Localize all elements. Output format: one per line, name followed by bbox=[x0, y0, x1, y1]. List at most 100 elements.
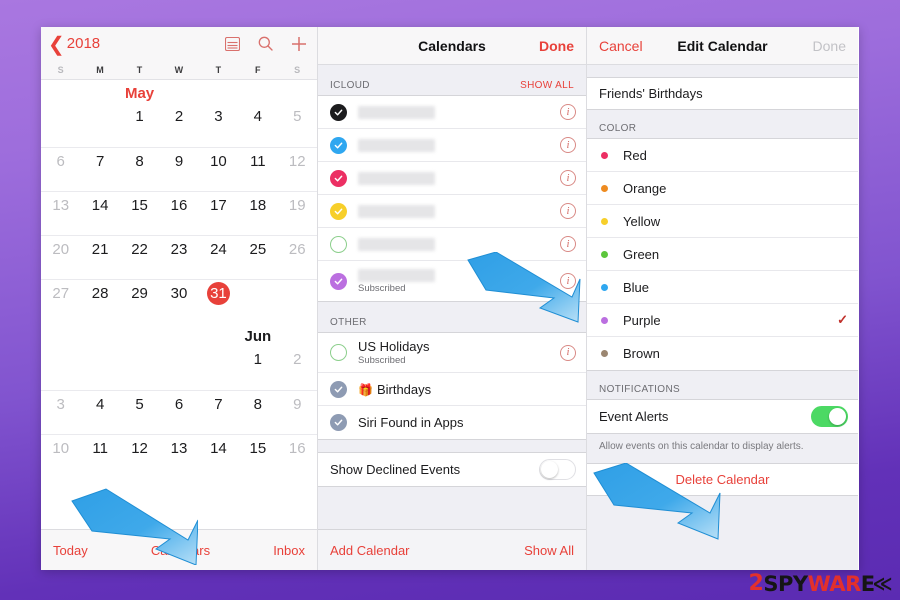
day-cell-4[interactable]: 4 bbox=[238, 103, 277, 147]
event-alerts-toggle[interactable] bbox=[811, 406, 848, 427]
color-option-red[interactable]: Red bbox=[587, 139, 858, 172]
day-cell-14[interactable]: 14 bbox=[199, 435, 238, 478]
calendar-row[interactable]: Siri Found in Apps bbox=[318, 406, 586, 439]
day-cell-15[interactable]: 15 bbox=[120, 192, 159, 235]
color-option-orange[interactable]: Orange bbox=[587, 172, 858, 205]
day-cell-30[interactable]: 30 bbox=[159, 280, 198, 323]
add-icon[interactable] bbox=[291, 36, 307, 52]
color-option-yellow[interactable]: Yellow bbox=[587, 205, 858, 238]
info-button[interactable]: i bbox=[560, 137, 576, 153]
info-button[interactable]: i bbox=[560, 104, 576, 120]
checkbox-checked[interactable] bbox=[330, 136, 347, 154]
day-cell-10[interactable]: 10 bbox=[199, 148, 238, 191]
day-cell-2[interactable]: 2 bbox=[159, 103, 198, 147]
color-option-blue[interactable]: Blue bbox=[587, 271, 858, 304]
show-all-button[interactable]: Show All bbox=[524, 543, 574, 558]
day-cell-7[interactable]: 7 bbox=[199, 391, 238, 434]
event-alerts-row[interactable]: Event Alerts bbox=[587, 400, 858, 433]
day-cell-12[interactable]: 12 bbox=[278, 148, 317, 191]
day-cell-5[interactable]: 5 bbox=[278, 103, 317, 147]
checkbox-checked[interactable] bbox=[330, 272, 347, 290]
edit-done-button[interactable]: Done bbox=[813, 38, 846, 54]
day-cell-10[interactable]: 10 bbox=[41, 435, 80, 478]
check-icon bbox=[334, 208, 343, 214]
cancel-button[interactable]: Cancel bbox=[599, 38, 643, 54]
day-cell-26[interactable]: 26 bbox=[278, 236, 317, 279]
day-cell-11[interactable]: 11 bbox=[80, 435, 119, 478]
tab-inbox[interactable]: Inbox bbox=[273, 543, 305, 558]
day-cell-5[interactable]: 5 bbox=[120, 391, 159, 434]
day-cell-6[interactable]: 6 bbox=[41, 148, 80, 191]
day-cell-28[interactable]: 28 bbox=[80, 280, 119, 323]
done-button[interactable]: Done bbox=[539, 38, 574, 54]
checkbox-checked[interactable] bbox=[330, 103, 347, 121]
day-cell-8[interactable]: 8 bbox=[120, 148, 159, 191]
day-cell-4[interactable]: 4 bbox=[80, 391, 119, 434]
day-number: 23 bbox=[170, 241, 188, 258]
color-option-green[interactable]: Green bbox=[587, 238, 858, 271]
day-cell-1[interactable]: 1 bbox=[238, 346, 277, 390]
day-cell-25[interactable]: 25 bbox=[238, 236, 277, 279]
calendar-row[interactable]: i bbox=[318, 129, 586, 162]
day-cell-13[interactable]: 13 bbox=[41, 192, 80, 235]
day-cell-14[interactable]: 14 bbox=[80, 192, 119, 235]
day-cell-24[interactable]: 24 bbox=[199, 236, 238, 279]
day-number: 26 bbox=[288, 241, 306, 258]
list-view-icon[interactable] bbox=[225, 36, 240, 51]
info-button[interactable]: i bbox=[560, 236, 576, 252]
day-cell-9[interactable]: 9 bbox=[159, 148, 198, 191]
day-cell-17[interactable]: 17 bbox=[199, 192, 238, 235]
day-cell-31[interactable]: 31 bbox=[199, 280, 238, 323]
day-cell-18[interactable]: 18 bbox=[238, 192, 277, 235]
day-cell-11[interactable]: 11 bbox=[238, 148, 277, 191]
day-cell-21[interactable]: 21 bbox=[80, 236, 119, 279]
day-cell-22[interactable]: 22 bbox=[120, 236, 159, 279]
calendar-row[interactable]: i bbox=[318, 162, 586, 195]
day-cell-29[interactable]: 29 bbox=[120, 280, 159, 323]
checkbox-unchecked[interactable] bbox=[330, 344, 347, 361]
week-row: 13 14 15 16 17 18 19 bbox=[41, 191, 317, 235]
checkbox-checked[interactable] bbox=[330, 380, 347, 398]
add-calendar-button[interactable]: Add Calendar bbox=[330, 543, 410, 558]
day-cell-9[interactable]: 9 bbox=[278, 391, 317, 434]
calendar-row[interactable]: i bbox=[318, 96, 586, 129]
day-cell-6[interactable]: 6 bbox=[159, 391, 198, 434]
day-cell-16[interactable]: 16 bbox=[159, 192, 198, 235]
calendar-row[interactable]: i bbox=[318, 195, 586, 228]
checkbox-checked[interactable] bbox=[330, 202, 347, 220]
calendar-row[interactable]: US Holidays Subscribed i bbox=[318, 333, 586, 373]
month-grid-scroll[interactable]: May 1 2 3 4 5 6 7 8 9 10 11 12 13 14 15 16 17 18 19 20 21 22 23… bbox=[41, 80, 317, 478]
info-button[interactable]: i bbox=[560, 344, 576, 361]
day-cell-19[interactable]: 19 bbox=[278, 192, 317, 235]
day-cell-15[interactable]: 15 bbox=[238, 435, 277, 478]
day-cell-7[interactable]: 7 bbox=[80, 148, 119, 191]
day-number: 10 bbox=[210, 153, 227, 170]
back-to-year-button[interactable]: ❮ 2018 bbox=[48, 34, 100, 54]
info-button[interactable]: i bbox=[560, 203, 576, 219]
day-cell-27[interactable]: 27 bbox=[41, 280, 80, 323]
day-cell-16[interactable]: 16 bbox=[278, 435, 317, 478]
color-option-purple[interactable]: Purple ✓ bbox=[587, 304, 858, 337]
info-button[interactable]: i bbox=[560, 170, 576, 186]
day-cell-20[interactable]: 20 bbox=[41, 236, 80, 279]
checkbox-unchecked[interactable] bbox=[330, 235, 347, 253]
day-number: 7 bbox=[95, 153, 105, 170]
day-cell-3[interactable]: 3 bbox=[199, 103, 238, 147]
show-declined-events-row[interactable]: Show Declined Events bbox=[318, 453, 586, 486]
day-cell-8[interactable]: 8 bbox=[238, 391, 277, 434]
color-name-label: Brown bbox=[623, 346, 660, 361]
checkbox-checked[interactable] bbox=[330, 414, 347, 431]
day-cell-13[interactable]: 13 bbox=[159, 435, 198, 478]
day-cell-3[interactable]: 3 bbox=[41, 391, 80, 434]
icloud-show-all-button[interactable]: SHOW ALL bbox=[520, 80, 574, 91]
day-cell-1[interactable]: 1 bbox=[120, 103, 159, 147]
show-declined-events-toggle[interactable] bbox=[539, 459, 576, 480]
color-option-brown[interactable]: Brown bbox=[587, 337, 858, 370]
day-cell-2[interactable]: 2 bbox=[278, 346, 317, 390]
search-icon[interactable] bbox=[258, 36, 273, 51]
calendar-row[interactable]: 🎁 Birthdays bbox=[318, 373, 586, 406]
checkbox-checked[interactable] bbox=[330, 169, 347, 187]
day-cell-12[interactable]: 12 bbox=[120, 435, 159, 478]
day-cell-23[interactable]: 23 bbox=[159, 236, 198, 279]
calendar-name-input[interactable]: Friends' Birthdays bbox=[587, 77, 858, 110]
